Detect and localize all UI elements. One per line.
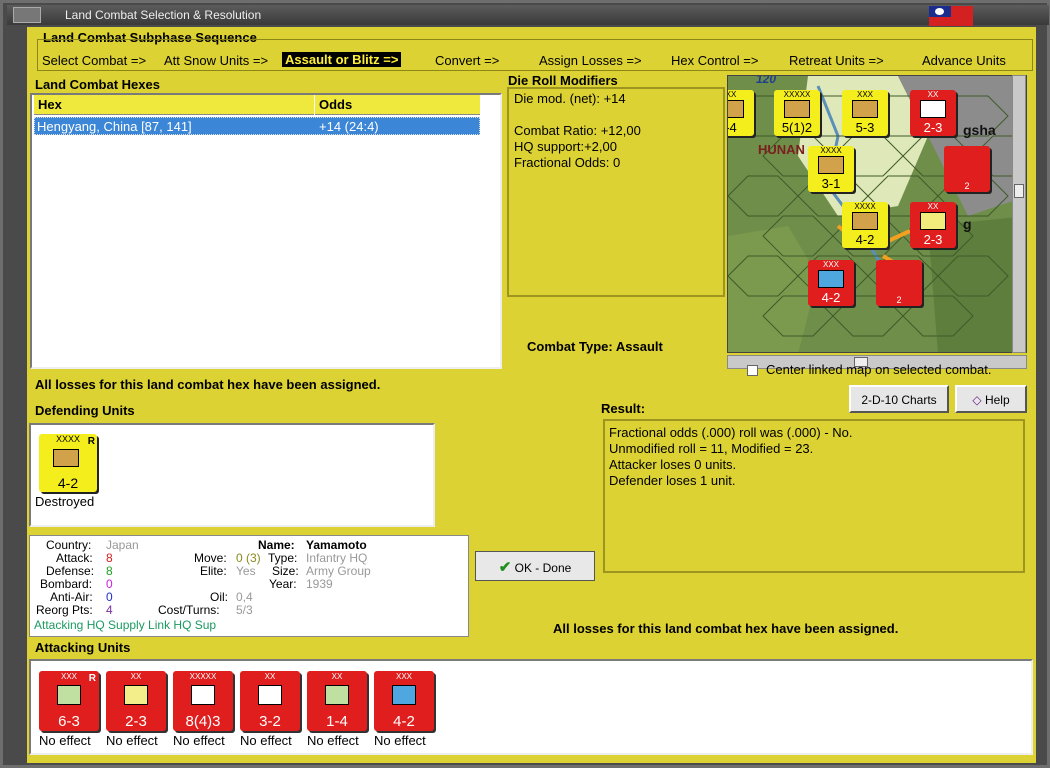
- modifiers-title: Die Roll Modifiers: [508, 73, 618, 88]
- title-bar: Land Combat Selection & Resolution: [7, 5, 1049, 26]
- map-counter[interactable]: 2: [876, 260, 922, 306]
- attacker-status: No effect: [374, 733, 426, 748]
- map-label-num: 120: [756, 75, 777, 86]
- attacker-unit[interactable]: XXX R 6-3: [39, 671, 99, 731]
- elite-value: Yes: [236, 564, 256, 578]
- attacker-status: No effect: [173, 733, 225, 748]
- bombard-value: 0: [106, 577, 113, 591]
- help-icon: ◇: [972, 393, 982, 407]
- col-hex[interactable]: Hex: [34, 95, 314, 115]
- map-label-city2: g: [963, 216, 972, 232]
- charts-button[interactable]: 2-D-10 Charts: [849, 385, 949, 413]
- step-select-combat[interactable]: Select Combat =>: [42, 53, 146, 68]
- defender-unit[interactable]: XXXX R 4-2: [39, 434, 97, 492]
- supply-text: Attacking HQ Supply Link HQ Sup: [34, 618, 217, 632]
- step-assign-losses[interactable]: Assign Losses =>: [539, 53, 642, 68]
- step-advance[interactable]: Advance Units: [922, 53, 1006, 68]
- result-line: Fractional odds (.000) roll was (.000) -…: [609, 425, 853, 440]
- hexes-title: Land Combat Hexes: [35, 77, 160, 92]
- losses-message-2: All losses for this land combat hex have…: [553, 621, 899, 636]
- step-assault-blitz[interactable]: Assault or Blitz =>: [282, 52, 402, 67]
- map-counter[interactable]: 2: [944, 146, 990, 192]
- row-odds: +14 (24:4): [319, 119, 379, 134]
- country-value: Japan: [106, 538, 139, 552]
- ok-done-label: OK - Done: [514, 561, 572, 575]
- window-title: Land Combat Selection & Resolution: [65, 8, 262, 22]
- step-hex-control[interactable]: Hex Control =>: [671, 53, 758, 68]
- help-button[interactable]: ◇ Help: [955, 385, 1027, 413]
- step-att-snow[interactable]: Att Snow Units =>: [164, 53, 268, 68]
- map-counter[interactable]: XXX 5-3: [842, 90, 888, 136]
- name-value: Yamamoto: [306, 538, 367, 552]
- attacking-list: XXX R 6-3 XX 2-3 XXXXX 8(4)3 XX 3-2 XX 1-4 XXX…: [29, 659, 1033, 755]
- size-value: Army Group: [306, 564, 371, 578]
- result-line: Defender loses 1 unit.: [609, 473, 736, 488]
- linked-map[interactable]: 120 HUNAN gsha g XX-4 XXXXX5(1)2 XXX5-3 …: [727, 75, 1027, 353]
- china-flag-icon: [929, 6, 973, 26]
- mod-line-net: Die mod. (net): +14: [514, 91, 626, 106]
- move-value: 0 (3): [236, 551, 261, 565]
- unit-info-panel: Country: Japan Attack: 8 Defense: 8 Bomb…: [29, 535, 469, 637]
- result-line: Unmodified roll = 11, Modified = 23.: [609, 441, 814, 456]
- step-convert[interactable]: Convert =>: [435, 53, 499, 68]
- attacker-status: No effect: [106, 733, 158, 748]
- attacking-title: Attacking Units: [35, 640, 131, 655]
- year-value: 1939: [306, 577, 333, 591]
- help-label: Help: [984, 393, 1010, 407]
- defender-status: Destroyed: [35, 494, 95, 509]
- table-row[interactable]: Hengyang, China [87, 141] +14 (24:4): [34, 117, 480, 135]
- scroll-thumb[interactable]: [1014, 184, 1024, 198]
- map-counter[interactable]: XXXX 3-1: [808, 146, 854, 192]
- attacker-unit[interactable]: XX 1-4: [307, 671, 367, 731]
- map-scrollbar-vertical[interactable]: [1012, 75, 1026, 353]
- map-counter[interactable]: XXX 4-2: [808, 260, 854, 306]
- col-odds[interactable]: Odds: [315, 95, 480, 115]
- type-value: Infantry HQ: [306, 551, 368, 565]
- attacker-unit[interactable]: XX 3-2: [240, 671, 300, 731]
- reorg-value: 4: [106, 603, 113, 617]
- map-label-city1: gsha: [963, 122, 996, 138]
- checkmark-icon: ✔: [498, 559, 512, 576]
- combat-type: Combat Type: Assault: [527, 339, 663, 354]
- center-linked-label: Center linked map on selected combat.: [766, 362, 992, 377]
- mod-line-hq: HQ support:+2,00: [514, 139, 617, 154]
- defending-list: XXXX R 4-2 Destroyed: [29, 423, 435, 527]
- attacker-status: No effect: [39, 733, 91, 748]
- attacker-unit[interactable]: XX 2-3: [106, 671, 166, 731]
- window-menu-button[interactable]: [13, 7, 41, 23]
- map-counter[interactable]: XX-4: [728, 90, 754, 136]
- ok-done-button[interactable]: ✔ OK - Done: [475, 551, 595, 581]
- map-label-hunan: HUNAN: [758, 142, 805, 157]
- mod-line-ratio: Combat Ratio: +12,00: [514, 123, 641, 138]
- result-line: Attacker loses 0 units.: [609, 457, 737, 472]
- attacker-status: No effect: [240, 733, 292, 748]
- defense-value: 8: [106, 564, 113, 578]
- center-linked-checkbox[interactable]: [747, 365, 758, 376]
- attacker-status: No effect: [307, 733, 359, 748]
- window-frame: Land Combat Selection & Resolution Land …: [0, 0, 1050, 768]
- defending-title: Defending Units: [35, 403, 135, 418]
- antiair-value: 0: [106, 590, 113, 604]
- row-hex: Hengyang, China [87, 141]: [37, 119, 192, 134]
- losses-message: All losses for this land combat hex have…: [35, 377, 381, 392]
- combat-panel: Land Combat Subphase Sequence Select Com…: [27, 27, 1036, 763]
- combat-type-value: Assault: [615, 339, 663, 354]
- mod-line-frac: Fractional Odds: 0: [514, 155, 621, 170]
- oil-value: 0,4: [236, 590, 253, 604]
- map-counter[interactable]: XXXX 4-2: [842, 202, 888, 248]
- step-retreat[interactable]: Retreat Units =>: [789, 53, 884, 68]
- result-box: Fractional odds (.000) roll was (.000) -…: [603, 419, 1025, 573]
- map-counter[interactable]: XX 2-3: [910, 202, 956, 248]
- attack-value: 8: [106, 551, 113, 565]
- attacker-unit[interactable]: XXXXX 8(4)3: [173, 671, 233, 731]
- combat-type-label: Combat Type:: [527, 339, 613, 354]
- modifiers-box: Die mod. (net): +14 Combat Ratio: +12,00…: [507, 87, 725, 297]
- cost-value: 5/3: [236, 603, 253, 617]
- map-counter[interactable]: XX 2-3: [910, 90, 956, 136]
- result-title: Result:: [601, 401, 646, 416]
- attacker-unit[interactable]: XXX 4-2: [374, 671, 434, 731]
- map-counter[interactable]: XXXXX 5(1)2: [774, 90, 820, 136]
- hexes-table: Hex Odds Hengyang, China [87, 141] +14 (…: [30, 93, 502, 369]
